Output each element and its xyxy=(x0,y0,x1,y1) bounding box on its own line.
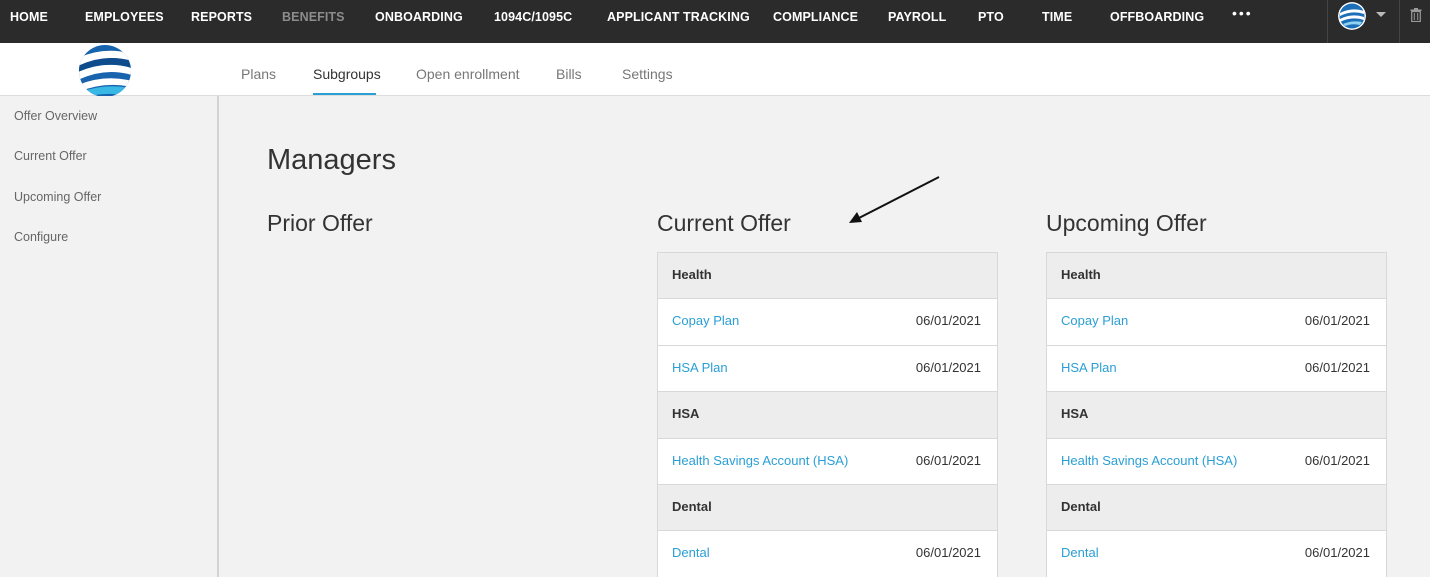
section-row: Health xyxy=(1047,253,1386,300)
table-row: Copay Plan 06/01/2021 xyxy=(1047,299,1386,346)
nav-reports[interactable]: REPORTS xyxy=(191,10,252,24)
section-row: Dental xyxy=(658,484,997,532)
plan-date: 06/01/2021 xyxy=(915,313,981,329)
nav-applicant-tracking[interactable]: APPLICANT TRACKING xyxy=(607,10,750,24)
table-row: HSA Plan 06/01/2021 xyxy=(658,346,997,393)
section-label: Health xyxy=(672,267,712,282)
plan-date: 06/01/2021 xyxy=(1304,545,1370,561)
section-row: HSA xyxy=(658,392,997,439)
current-offer-table: Health Copay Plan 06/01/2021 HSA Plan 06… xyxy=(657,252,998,577)
table-row: Health Savings Account (HSA) 06/01/2021 xyxy=(658,439,997,485)
avatar[interactable] xyxy=(1338,2,1366,30)
nav-employees[interactable]: EMPLOYEES xyxy=(85,10,164,24)
table-row: Copay Plan 06/01/2021 xyxy=(658,299,997,346)
upcoming-offer-table: Health Copay Plan 06/01/2021 HSA Plan 06… xyxy=(1046,252,1387,577)
page-title: Managers xyxy=(267,144,396,176)
nav-benefits[interactable]: BENEFITS xyxy=(282,10,345,24)
chevron-down-icon[interactable] xyxy=(1376,12,1386,17)
sidebar-item-current-offer[interactable]: Current Offer xyxy=(14,149,87,163)
nav-payroll[interactable]: PAYROLL xyxy=(888,10,946,24)
prior-offer-heading: Prior Offer xyxy=(267,210,373,236)
plan-date: 06/01/2021 xyxy=(915,452,981,468)
plan-date: 06/01/2021 xyxy=(915,359,981,375)
nav-divider xyxy=(1327,0,1328,43)
tab-subgroups[interactable]: Subgroups xyxy=(313,66,381,82)
more-menu-icon[interactable]: ••• xyxy=(1232,5,1253,21)
nav-divider xyxy=(1399,0,1400,43)
sidebar-item-upcoming-offer[interactable]: Upcoming Offer xyxy=(14,190,101,204)
sidebar-item-configure[interactable]: Configure xyxy=(14,230,68,244)
plan-link[interactable]: Copay Plan xyxy=(672,313,739,328)
trash-icon[interactable] xyxy=(1410,8,1422,27)
plan-link[interactable]: Copay Plan xyxy=(1061,313,1128,328)
section-label: Dental xyxy=(1061,498,1101,514)
section-label: HSA xyxy=(672,406,700,422)
current-offer-heading: Current Offer xyxy=(657,210,791,236)
globe-logo-icon xyxy=(79,45,131,97)
nav-pto[interactable]: PTO xyxy=(978,10,1004,24)
upcoming-offer-heading: Upcoming Offer xyxy=(1046,210,1207,236)
plan-link[interactable]: HSA Plan xyxy=(1061,360,1117,375)
nav-time[interactable]: TIME xyxy=(1042,10,1072,24)
plan-link[interactable]: Health Savings Account (HSA) xyxy=(672,453,848,468)
table-row: Dental 06/01/2021 xyxy=(658,531,997,577)
globe-logo-icon xyxy=(1338,2,1366,30)
plan-link[interactable]: Dental xyxy=(1061,545,1099,560)
nav-offboarding[interactable]: OFFBOARDING xyxy=(1110,10,1204,24)
section-label: HSA xyxy=(1061,406,1089,422)
tab-bills[interactable]: Bills xyxy=(556,66,582,82)
section-label: Health xyxy=(1061,267,1101,282)
plan-date: 06/01/2021 xyxy=(1304,313,1370,329)
tab-plans[interactable]: Plans xyxy=(241,66,276,82)
plan-date: 06/01/2021 xyxy=(915,545,981,561)
company-logo[interactable] xyxy=(78,44,132,98)
plan-link[interactable]: Dental xyxy=(672,545,710,560)
active-tab-indicator xyxy=(313,93,376,95)
tab-settings[interactable]: Settings xyxy=(622,66,673,82)
nav-1094c-1095c[interactable]: 1094C/1095C xyxy=(494,10,572,24)
section-row: HSA xyxy=(1047,392,1386,439)
table-row: Dental 06/01/2021 xyxy=(1047,531,1386,577)
section-row: Health xyxy=(658,253,997,300)
nav-onboarding[interactable]: ONBOARDING xyxy=(375,10,463,24)
plan-date: 06/01/2021 xyxy=(1304,359,1370,375)
plan-link[interactable]: Health Savings Account (HSA) xyxy=(1061,453,1237,468)
sidebar: Offer Overview Current Offer Upcoming Of… xyxy=(0,96,219,577)
table-row: Health Savings Account (HSA) 06/01/2021 xyxy=(1047,439,1386,485)
nav-compliance[interactable]: COMPLIANCE xyxy=(773,10,858,24)
annotation-arrow-icon xyxy=(849,176,940,223)
section-label: Dental xyxy=(672,498,712,514)
plan-link[interactable]: HSA Plan xyxy=(672,360,728,375)
plan-date: 06/01/2021 xyxy=(1304,452,1370,468)
table-row: HSA Plan 06/01/2021 xyxy=(1047,346,1386,393)
sub-header xyxy=(0,43,1430,96)
tab-open-enrollment[interactable]: Open enrollment xyxy=(416,66,520,82)
section-row: Dental xyxy=(1047,484,1386,532)
top-nav: HOME EMPLOYEES REPORTS BENEFITS ONBOARDI… xyxy=(0,0,1430,43)
nav-home[interactable]: HOME xyxy=(10,10,48,24)
sidebar-item-offer-overview[interactable]: Offer Overview xyxy=(14,109,97,123)
